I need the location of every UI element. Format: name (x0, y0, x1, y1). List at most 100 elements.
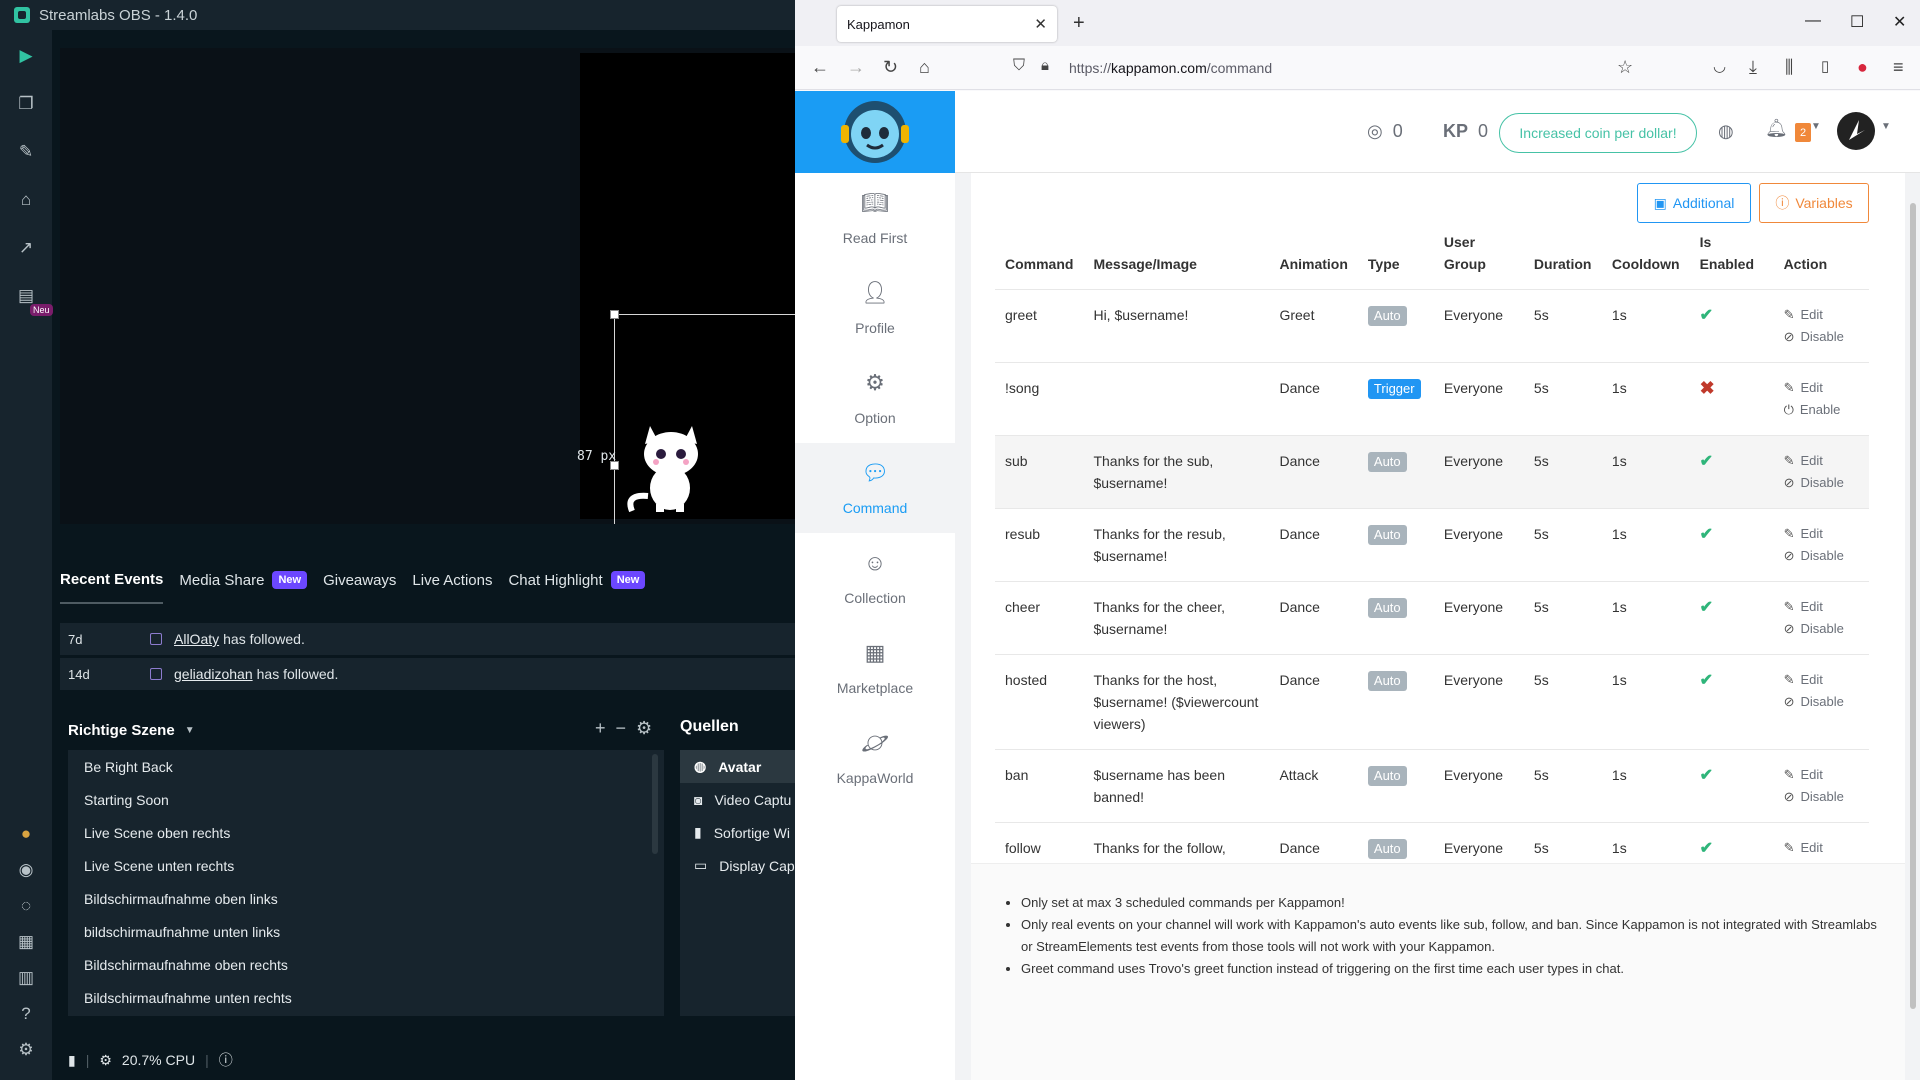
forward-icon[interactable]: → (847, 57, 865, 78)
tab-live-actions[interactable]: Live Actions (412, 572, 492, 589)
themes-icon[interactable]: ✎ (16, 142, 36, 162)
address-bar[interactable]: https://kappamon.com/command (1069, 60, 1272, 76)
minimize-icon[interactable]: — (1805, 12, 1821, 30)
remove-scene-icon[interactable]: − (616, 718, 627, 739)
edit-link[interactable]: ✎Edit (1784, 450, 1859, 472)
edit-link[interactable]: ✎Edit (1784, 837, 1859, 859)
highlighter-icon[interactable]: ▤ (16, 286, 36, 306)
tab-media-share[interactable]: Media Share New (179, 571, 308, 589)
message-cell: Thanks for the host, $username! ($viewer… (1083, 654, 1270, 750)
tab-recent-events[interactable]: Recent Events (60, 571, 164, 604)
prime-icon[interactable]: ● (16, 824, 36, 844)
variables-button[interactable]: ⓘ Variables (1759, 183, 1869, 223)
chat-icon[interactable]: ◌ (16, 896, 36, 916)
sidebar-icon[interactable]: ▯ (1821, 57, 1829, 75)
distance-label: 87 px (577, 449, 617, 464)
kappamon-logo[interactable] (795, 91, 955, 173)
bell-icon[interactable]: 🔔︎ (1765, 118, 1788, 139)
scene-item[interactable]: Be Right Back (68, 750, 664, 783)
nav-kappaworld[interactable]: 🪐︎ KappaWorld (795, 713, 955, 803)
adblock-icon[interactable]: ● (1857, 57, 1868, 78)
edit-icon: ✎ (1783, 453, 1795, 468)
disable-link[interactable]: ⊘Disable (1784, 618, 1859, 640)
edit-link[interactable]: ✎Edit (1784, 596, 1859, 618)
page-scrollbar[interactable] (1909, 173, 1917, 1080)
editor-icon[interactable]: ▶ (16, 46, 36, 66)
scene-settings-icon[interactable]: ⚙ (636, 718, 652, 739)
dashboard-icon[interactable]: ↗ (16, 238, 36, 258)
browser-tab[interactable]: Kappamon ✕ (837, 6, 1057, 42)
go-live-icon[interactable]: ◉ (16, 860, 36, 880)
nav-option[interactable]: ⚙ Option (795, 353, 955, 443)
download-icon[interactable]: ⤓ (1749, 57, 1757, 78)
user-avatar[interactable] (1837, 112, 1875, 150)
disable-link[interactable]: ⊘Disable (1784, 691, 1859, 713)
source-item[interactable]: ▮ Sofortige Wi (680, 816, 795, 849)
note-item: Greet command uses Trovo's greet functio… (1021, 958, 1885, 980)
bookmark-star-icon[interactable]: ☆ (1617, 57, 1633, 78)
language-globe-icon[interactable]: ◍ (1718, 121, 1734, 142)
stats-icon[interactable]: ▮ (68, 1052, 76, 1069)
event-user-link[interactable]: AllOaty (174, 631, 219, 647)
enable-link[interactable]: ⏻ Enable (1784, 399, 1859, 421)
nav-collection[interactable]: ☺ Collection (795, 533, 955, 623)
shield-icon[interactable]: ⛉ (1013, 57, 1025, 75)
scroll-thumb[interactable] (1910, 203, 1916, 1009)
tab-chat-highlight[interactable]: Chat Highlight New (508, 571, 646, 589)
disable-link[interactable]: ⊘Disable (1784, 545, 1859, 567)
resize-handle[interactable] (610, 310, 619, 319)
new-tab-icon[interactable]: + (1073, 12, 1085, 35)
type-cell: Auto (1357, 508, 1434, 582)
help-icon[interactable]: ? (16, 1004, 36, 1024)
scene-item[interactable]: Live Scene unten rechts (68, 849, 664, 882)
nav-marketplace[interactable]: ▦ Marketplace (795, 623, 955, 713)
nav-command[interactable]: 💬︎ Command (795, 443, 955, 533)
library-icon[interactable]: ⫼ (1785, 57, 1793, 78)
edit-link[interactable]: ✎Edit (1784, 304, 1859, 326)
scene-collection-selector[interactable]: Richtige Szene ▼ (68, 718, 668, 742)
home-icon[interactable]: ⌂ (919, 57, 930, 78)
source-item[interactable]: ◙ Video Captu (680, 783, 795, 816)
disable-link[interactable]: ⊘Disable (1784, 472, 1859, 494)
layout-icon[interactable]: ❐ (16, 94, 36, 114)
studio-mode-icon[interactable]: ▥ (16, 968, 36, 988)
disable-link[interactable]: ⊘Disable (1784, 786, 1859, 808)
pocket-icon[interactable]: ◡ (1713, 57, 1726, 75)
nav-read-first[interactable]: 📖︎ Read First (795, 173, 955, 263)
store-icon[interactable]: ⌂ (16, 190, 36, 210)
scene-item[interactable]: Live Scene oben rechts (68, 816, 664, 849)
close-window-icon[interactable]: ✕ (1893, 12, 1906, 32)
settings-icon[interactable]: ⚙ (16, 1040, 36, 1060)
disable-link[interactable]: ⊘Disable (1784, 326, 1859, 348)
info-icon[interactable]: ⓘ (219, 1050, 233, 1070)
edit-link[interactable]: ✎Edit (1784, 764, 1859, 786)
add-scene-icon[interactable]: + (595, 718, 606, 739)
maximize-icon[interactable]: ☐ (1850, 12, 1864, 32)
chevron-down-icon[interactable]: ▼ (1811, 121, 1821, 132)
lock-icon[interactable]: 🔒︎ (1041, 57, 1049, 74)
apps-icon[interactable]: ▦ (16, 932, 36, 952)
close-tab-icon[interactable]: ✕ (1034, 15, 1047, 33)
reload-icon[interactable]: ↻ (883, 57, 898, 78)
scene-item[interactable]: Starting Soon (68, 783, 664, 816)
scenes-scrollbar[interactable] (652, 754, 658, 854)
promo-button[interactable]: Increased coin per dollar! (1499, 113, 1697, 153)
scene-item[interactable]: Bildschirmaufnahme oben rechts (68, 948, 664, 981)
event-user-link[interactable]: geliadizohan (174, 666, 253, 682)
action-cell: ✎Edit ⊘Disable (1773, 435, 1869, 509)
edit-link[interactable]: ✎Edit (1784, 669, 1859, 691)
additional-button[interactable]: ▣ Additional (1637, 183, 1751, 223)
edit-link[interactable]: ✎Edit (1784, 523, 1859, 545)
tab-giveaways[interactable]: Giveaways (323, 572, 396, 589)
scene-item[interactable]: Bildschirmaufnahme oben links (68, 882, 664, 915)
source-item[interactable]: ◍ Avatar (680, 750, 795, 783)
chevron-down-icon[interactable]: ▼ (1881, 121, 1891, 132)
source-item[interactable]: ▭ Display Capt (680, 849, 795, 882)
scene-item[interactable]: Bildschirmaufnahme unten rechts (68, 981, 664, 1014)
edit-link[interactable]: ✎Edit (1784, 377, 1859, 399)
scene-item[interactable]: bildschirmaufnahme unten links (68, 915, 664, 948)
menu-icon[interactable]: ≡ (1893, 57, 1904, 78)
stream-preview[interactable]: 87 px (60, 48, 795, 524)
nav-profile[interactable]: 👤︎ Profile (795, 263, 955, 353)
back-icon[interactable]: ← (811, 57, 829, 78)
